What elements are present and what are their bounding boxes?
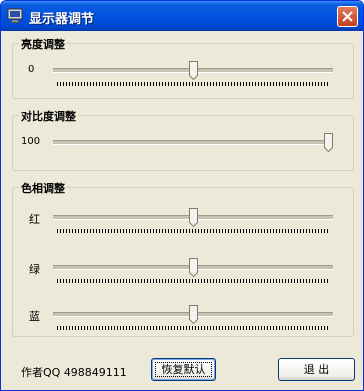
red-slider-ticks: [57, 229, 329, 233]
window-title: 显示器调节: [29, 12, 95, 27]
green-label: 绿: [29, 263, 40, 276]
monitor-icon: [7, 8, 23, 23]
reset-default-button[interactable]: 恢复默认: [151, 358, 216, 381]
contrast-group: 对比度调整 100: [12, 108, 354, 171]
title-bar[interactable]: 显示器调节: [1, 1, 363, 31]
brightness-group: 亮度调整 0: [12, 36, 354, 99]
window: 显示器调节 亮度调整 0 对比度调整 100 色相调整 红 绿 蓝 作者QQ 4…: [0, 0, 364, 391]
brightness-slider-thumb[interactable]: [189, 61, 198, 80]
close-icon: [342, 11, 353, 22]
green-slider[interactable]: [53, 256, 333, 283]
exit-label: 退 出: [303, 363, 330, 376]
red-slider-thumb[interactable]: [189, 208, 198, 227]
contrast-slider-thumb[interactable]: [324, 133, 333, 152]
brightness-group-title: 亮度调整: [19, 36, 67, 52]
contrast-slider[interactable]: [53, 131, 333, 157]
red-label: 红: [29, 213, 40, 226]
blue-slider[interactable]: [53, 303, 333, 330]
contrast-group-title: 对比度调整: [19, 108, 78, 124]
author-info: 作者QQ 498849111: [21, 366, 127, 379]
brightness-slider-ticks: [57, 82, 329, 86]
blue-label: 蓝: [29, 310, 40, 323]
exit-button[interactable]: 退 出: [278, 358, 355, 381]
blue-slider-ticks: [57, 326, 329, 330]
green-slider-thumb[interactable]: [189, 258, 198, 277]
brightness-value: 0: [28, 64, 35, 75]
hue-group-title: 色相调整: [19, 180, 67, 196]
close-button[interactable]: [337, 6, 358, 27]
contrast-slider-track: [53, 140, 333, 145]
reset-default-label: 恢复默认: [161, 363, 206, 376]
blue-slider-thumb[interactable]: [189, 305, 198, 324]
green-slider-ticks: [57, 279, 329, 283]
brightness-slider[interactable]: [53, 59, 333, 86]
contrast-value: 100: [21, 136, 41, 147]
window-content: 亮度调整 0 对比度调整 100 色相调整 红 绿 蓝 作者QQ 4988491…: [1, 31, 363, 390]
red-slider[interactable]: [53, 206, 333, 233]
hue-group: 色相调整 红 绿 蓝: [12, 180, 354, 337]
